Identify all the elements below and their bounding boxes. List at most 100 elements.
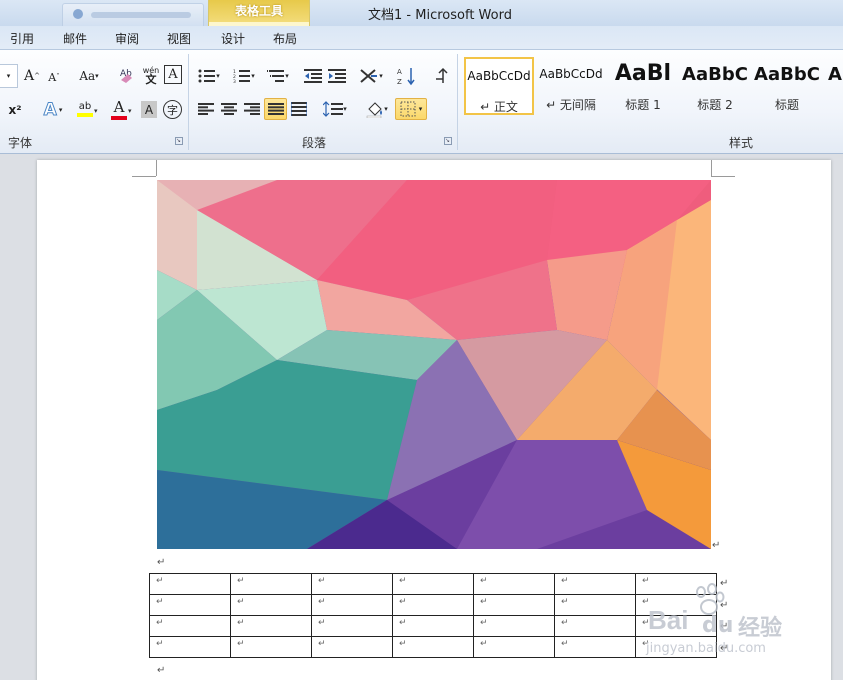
table-row: ↵ ↵ ↵ ↵ ↵ ↵ ↵ bbox=[149, 573, 717, 595]
increase-indent-button[interactable] bbox=[326, 66, 348, 86]
table-cell[interactable]: ↵ bbox=[392, 636, 474, 658]
styles-group-label: 样式 bbox=[729, 136, 754, 150]
table-cell[interactable]: ↵ bbox=[149, 615, 231, 637]
tab-layout[interactable]: 布局 bbox=[273, 30, 297, 47]
end-of-row-mark: ↵ bbox=[720, 643, 729, 654]
style-title[interactable]: AaBbC 标题 bbox=[752, 57, 822, 115]
table-cell[interactable]: ↵ bbox=[311, 636, 393, 658]
enclose-characters-button[interactable]: 字 bbox=[163, 100, 182, 119]
style-no-spacing[interactable]: AaBbCcDd ↵ 无间隔 bbox=[536, 57, 606, 115]
table-cell[interactable]: ↵ bbox=[392, 594, 474, 616]
table-row: ↵ ↵ ↵ ↵ ↵ ↵ ↵ bbox=[149, 594, 717, 616]
table-cell[interactable]: ↵ bbox=[392, 615, 474, 637]
table-cell[interactable]: ↵ bbox=[554, 615, 636, 637]
style-subtitle[interactable]: A bbox=[824, 57, 843, 115]
svg-text:A: A bbox=[397, 68, 402, 76]
justify-icon bbox=[267, 103, 284, 115]
align-left-button[interactable] bbox=[195, 99, 217, 119]
table-cell[interactable]: ↵ bbox=[473, 615, 555, 637]
table-cell[interactable]: ↵ bbox=[149, 636, 231, 658]
style-heading-2[interactable]: AaBbC 标题 2 bbox=[680, 57, 750, 115]
borders-icon bbox=[400, 101, 416, 117]
table-cell[interactable]: ↵ bbox=[473, 636, 555, 658]
tab-mailings[interactable]: 邮件 bbox=[63, 30, 87, 47]
table-cell[interactable]: ↵ bbox=[311, 615, 393, 637]
table-cell[interactable]: ↵ bbox=[230, 615, 312, 637]
style-normal[interactable]: AaBbCcDd ↵ 正文 bbox=[464, 57, 534, 115]
table-cell[interactable]: ↵ bbox=[635, 615, 717, 637]
bullets-icon bbox=[198, 69, 216, 83]
shrink-font-button[interactable]: Aˇ bbox=[44, 67, 64, 87]
table-cell[interactable]: ↵ bbox=[554, 636, 636, 658]
table-row: ↵ ↵ ↵ ↵ ↵ ↵ ↵ bbox=[149, 615, 717, 637]
blurred-tab[interactable] bbox=[62, 3, 204, 26]
justify-button[interactable] bbox=[264, 98, 287, 120]
window-title: 文档1 - Microsoft Word bbox=[368, 8, 512, 23]
table-cell[interactable]: ↵ bbox=[635, 594, 717, 616]
change-case-button[interactable]: Aa ▾ bbox=[76, 66, 102, 86]
bullets-button[interactable]: ▾ bbox=[196, 66, 222, 86]
clear-format-button[interactable]: Ab bbox=[116, 65, 138, 87]
style-heading-1[interactable]: AaBl 标题 1 bbox=[608, 57, 678, 115]
crop-mark bbox=[711, 176, 735, 177]
decrease-indent-button[interactable] bbox=[302, 66, 324, 86]
multilevel-list-button[interactable]: ▾ bbox=[264, 66, 292, 86]
text-effect-button[interactable]: A ▾ bbox=[38, 99, 68, 121]
distributed-button[interactable] bbox=[288, 99, 310, 119]
table-cell[interactable]: ↵ bbox=[311, 573, 393, 595]
table-cell[interactable]: ↵ bbox=[149, 573, 231, 595]
table-cell[interactable]: ↵ bbox=[473, 573, 555, 595]
sort-button[interactable]: AZ bbox=[396, 64, 418, 88]
table-cell[interactable]: ↵ bbox=[392, 573, 474, 595]
character-shading-button[interactable]: A bbox=[141, 101, 157, 118]
tab-references[interactable]: 引用 bbox=[10, 30, 34, 47]
paragraph-dialog-launcher[interactable]: ↘ bbox=[444, 137, 452, 145]
document-page[interactable]: ↵ ↵ ↵ ↵ ↵ ↵ ↵ ↵ ↵ ↵ ↵ ↵ ↵ ↵ ↵ ↵ ↵ ↵ ↵ ↵ … bbox=[37, 160, 831, 680]
table-cell[interactable]: ↵ bbox=[230, 636, 312, 658]
align-right-icon bbox=[244, 103, 260, 115]
end-of-row-mark: ↵ bbox=[720, 578, 729, 589]
line-spacing-button[interactable]: ▾ bbox=[320, 99, 350, 119]
paragraph-mark: ↵ bbox=[157, 665, 166, 676]
ribbon-tabs: 引用 邮件 审阅 视图 设计 布局 bbox=[0, 26, 843, 50]
grow-font-button[interactable]: A ^ bbox=[22, 66, 42, 86]
font-dialog-launcher[interactable]: ↘ bbox=[175, 137, 183, 145]
table-cell[interactable]: ↵ bbox=[230, 594, 312, 616]
show-formatting-marks-button[interactable] bbox=[430, 64, 452, 88]
align-right-button[interactable] bbox=[241, 99, 263, 119]
inserted-picture[interactable] bbox=[157, 180, 711, 549]
superscript-button[interactable]: x² bbox=[4, 100, 26, 120]
font-size-combo[interactable]: ▾ bbox=[0, 64, 18, 88]
chinese-layout-button[interactable]: ▾ bbox=[356, 66, 386, 86]
table-cell[interactable]: ↵ bbox=[635, 573, 717, 595]
borders-button[interactable]: ▾ bbox=[395, 98, 427, 120]
font-color-button[interactable]: A ▾ bbox=[104, 98, 134, 121]
svg-text:3: 3 bbox=[233, 79, 236, 83]
tab-design[interactable]: 设计 bbox=[221, 30, 245, 47]
group-separator bbox=[457, 54, 458, 150]
polygon-background-image bbox=[157, 180, 711, 549]
table-cell[interactable]: ↵ bbox=[149, 594, 231, 616]
document-table[interactable]: ↵ ↵ ↵ ↵ ↵ ↵ ↵ ↵ ↵ ↵ ↵ ↵ ↵ ↵ ↵ ↵ ↵ ↵ ↵ ↵ … bbox=[149, 573, 717, 658]
table-cell[interactable]: ↵ bbox=[635, 636, 717, 658]
decrease-indent-icon bbox=[304, 69, 322, 83]
character-border-button[interactable]: A bbox=[164, 65, 182, 84]
table-cell[interactable]: ↵ bbox=[473, 594, 555, 616]
align-center-button[interactable] bbox=[218, 99, 240, 119]
context-group-caption: 表格工具 bbox=[209, 0, 309, 22]
table-cell[interactable]: ↵ bbox=[311, 594, 393, 616]
table-cell[interactable]: ↵ bbox=[554, 573, 636, 595]
crop-mark bbox=[711, 160, 712, 176]
crop-mark bbox=[156, 160, 157, 176]
table-row: ↵ ↵ ↵ ↵ ↵ ↵ ↵ bbox=[149, 636, 717, 658]
numbering-button[interactable]: 1 2 3 ▾ bbox=[230, 66, 258, 86]
tab-review[interactable]: 审阅 bbox=[115, 30, 139, 47]
table-cell[interactable]: ↵ bbox=[230, 573, 312, 595]
numbering-icon: 123 bbox=[233, 69, 251, 83]
highlight-button[interactable]: ab ▾ bbox=[70, 99, 100, 121]
shading-button[interactable]: ▾ bbox=[362, 98, 392, 120]
phonetic-guide-button[interactable]: wén 文 bbox=[140, 64, 162, 86]
table-cell[interactable]: ↵ bbox=[554, 594, 636, 616]
sort-icon: AZ bbox=[397, 68, 415, 86]
tab-view[interactable]: 视图 bbox=[167, 30, 191, 47]
